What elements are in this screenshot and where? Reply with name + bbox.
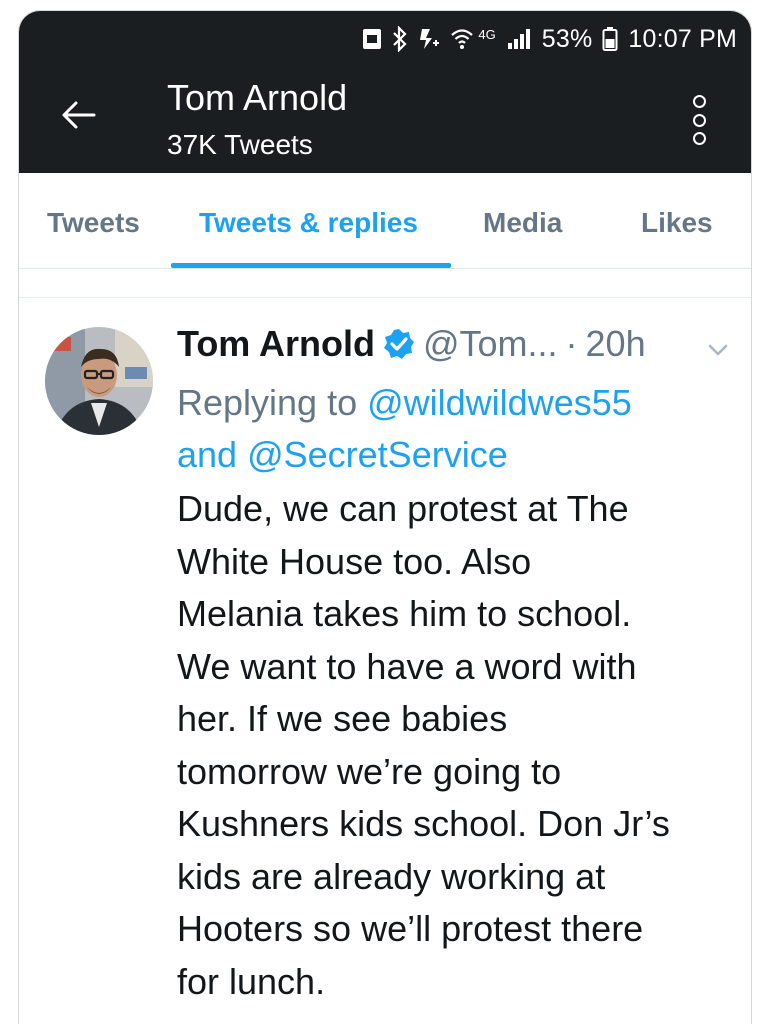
tab-likes[interactable]: Likes [641, 207, 713, 239]
tweet-text-line: Melania takes him to school. [177, 593, 632, 634]
tweet-header: Tom Arnold @Tom... · 20h [177, 323, 646, 365]
tab-tweets[interactable]: Tweets [47, 207, 140, 239]
wifi-icon [450, 27, 474, 51]
more-dot-icon [692, 132, 706, 145]
network-label: 4G [478, 26, 496, 42]
back-button[interactable] [55, 93, 103, 141]
signal-icon [506, 27, 532, 51]
author-handle[interactable]: @Tom... [423, 323, 558, 365]
author-name[interactable]: Tom Arnold [177, 323, 375, 365]
verified-badge-icon [383, 328, 415, 360]
tweet-text-line: White House too. Also [177, 540, 532, 582]
tweet-text-line: for lunch. [177, 960, 326, 1002]
back-arrow-icon [62, 101, 96, 134]
battery-percent: 53% [541, 24, 593, 53]
replying-to-line: Replying to @wildwildwes55 [177, 377, 737, 429]
tweet-menu-button[interactable] [707, 343, 729, 362]
profile-tabs: Tweets Tweets & replies Media Likes [19, 173, 751, 269]
tweet-time[interactable]: 20h [586, 323, 646, 365]
tweet-text-line: tomorrow we’re going to [177, 750, 562, 792]
tab-media[interactable]: Media [483, 207, 562, 239]
tweet-count: 37K Tweets [167, 129, 313, 160]
and-label: and [177, 434, 238, 475]
more-dot-icon [692, 113, 706, 127]
tweet-text-line: Hooters so we’ll protest there [177, 908, 644, 949]
more-options-button[interactable] [687, 95, 711, 145]
tweet-text-line: Kushners kids school. Don Jr’s [177, 803, 670, 844]
tab-tweets-and-replies[interactable]: Tweets & replies [199, 207, 418, 239]
tweet-text-line: Dude, we can protest at The [177, 488, 629, 529]
tweet-text-line: We want to have a word with [177, 645, 637, 687]
nfc-icon [418, 27, 440, 51]
mention-link[interactable]: @SecretService [247, 434, 508, 475]
bluetooth-icon [392, 26, 408, 52]
divider [19, 297, 751, 298]
tweet-body: Dude, we can protest at The White House … [177, 483, 737, 1008]
status-bar: 4G 53% 10:07 PM [362, 21, 737, 57]
phone-screen: 4G 53% 10:07 PM Tom Arnold 37K Tweets Tw… [18, 10, 752, 1024]
tweet-text-line: kids are already working at [177, 855, 606, 897]
chevron-down-icon [707, 344, 729, 361]
tweet-text-line: her. If we see babies [177, 698, 508, 739]
active-tab-indicator [171, 263, 451, 268]
mention-link[interactable]: @wildwildwes55 [367, 382, 632, 423]
profile-title: Tom Arnold [167, 77, 348, 118]
card-icon [362, 27, 382, 51]
battery-icon [602, 26, 618, 52]
avatar[interactable] [45, 327, 153, 435]
more-dot-icon [692, 95, 706, 108]
replying-to-line-2: and @SecretService [177, 429, 737, 481]
status-time: 10:07 PM [628, 24, 737, 53]
separator-dot: · [565, 323, 578, 364]
replying-to-label: Replying to [177, 382, 358, 423]
profile-header: 4G 53% 10:07 PM Tom Arnold 37K Tweets [19, 11, 751, 173]
